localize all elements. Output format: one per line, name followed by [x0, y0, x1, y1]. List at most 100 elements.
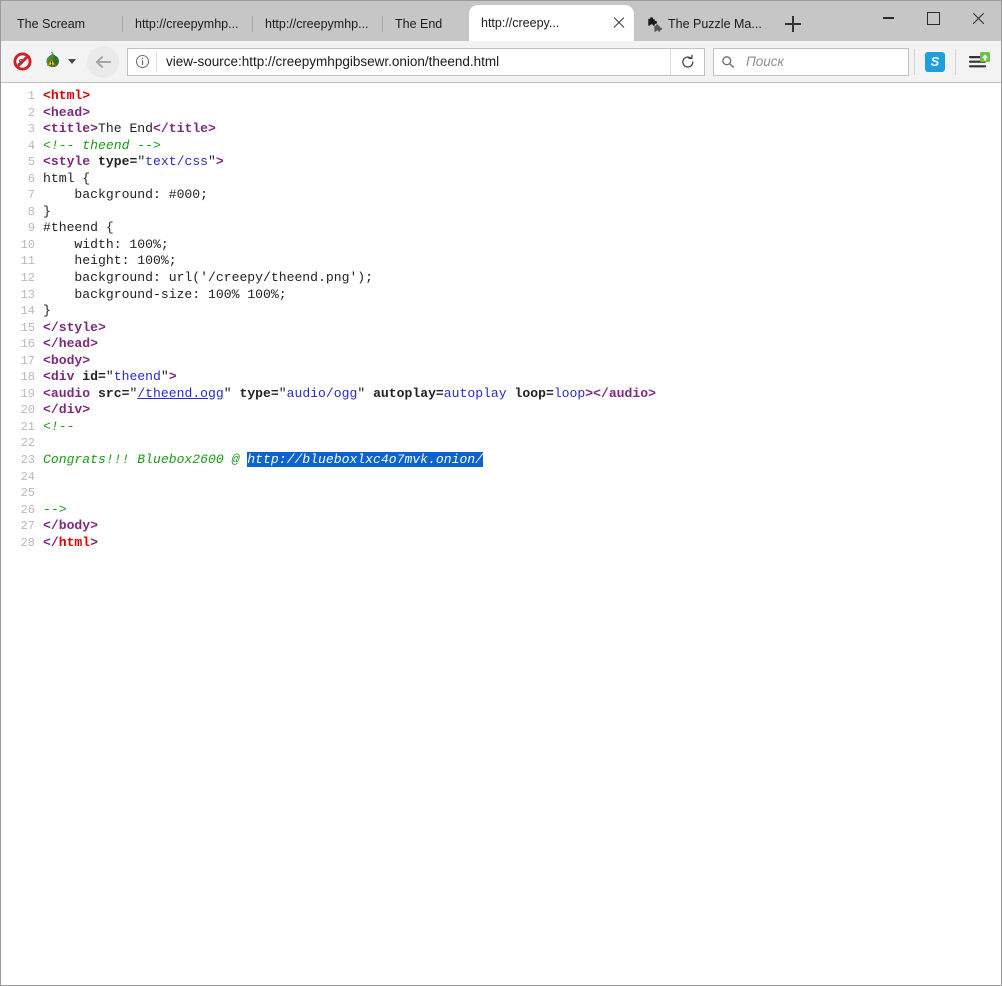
line-text: <body>	[43, 353, 90, 369]
code-token: autoplay	[444, 386, 507, 401]
maximize-button[interactable]	[911, 1, 956, 35]
selected-url-text[interactable]: http://blueboxlxc4o7mvk.onion/	[247, 452, 483, 467]
code-line: 21<!--	[1, 419, 1001, 436]
code-token: autoplay=	[373, 386, 444, 401]
source-code-listing[interactable]: 1<html>2<head>3<title>The End</title>4<!…	[1, 88, 1001, 551]
reload-button[interactable]	[670, 49, 704, 75]
tab-label: The End	[395, 17, 457, 31]
code-token: >	[90, 535, 98, 550]
source-link[interactable]: /theend.ogg	[137, 386, 223, 401]
code-line: 26-->	[1, 502, 1001, 519]
back-arrow-icon	[94, 53, 112, 71]
line-text: <head>	[43, 105, 90, 121]
close-icon[interactable]	[610, 14, 628, 32]
code-token: id=	[82, 369, 106, 384]
code-line: 13 background-size: 100% 100%;	[1, 287, 1001, 304]
code-line: 22	[1, 435, 1001, 452]
code-token: background-size: 100% 100%;	[43, 287, 287, 302]
tab-the-end[interactable]: The End	[383, 7, 469, 41]
code-line: 3<title>The End</title>	[1, 121, 1001, 138]
toolbar-divider-2	[955, 49, 956, 75]
tab-the-scream[interactable]: The Scream	[5, 7, 123, 41]
hamburger-menu-icon[interactable]	[963, 47, 995, 77]
code-line: 18<div id="theend">	[1, 369, 1001, 386]
code-token: <title>	[43, 121, 98, 136]
new-tab-button[interactable]	[776, 7, 810, 41]
skype-icon[interactable]: S	[920, 47, 950, 77]
code-token: <head>	[43, 105, 90, 120]
code-token: "	[224, 386, 240, 401]
tab-label: http://creepymhp...	[265, 17, 371, 31]
code-token: html {	[43, 171, 90, 186]
tab-creepymhp-1[interactable]: http://creepymhp...	[123, 7, 253, 41]
code-token: text/css	[145, 154, 208, 169]
line-text: <div id="theend">	[43, 369, 177, 385]
code-token: "	[161, 369, 169, 384]
tab-creepy-active[interactable]: http://creepy...	[469, 5, 634, 41]
code-line: 27</body>	[1, 518, 1001, 535]
line-number: 23	[1, 453, 43, 469]
search-input[interactable]: Поиск	[742, 54, 784, 69]
tab-label: The Scream	[17, 17, 111, 31]
code-token	[507, 386, 515, 401]
line-number: 15	[1, 321, 43, 337]
code-token: type=	[98, 154, 137, 169]
code-token: </title>	[153, 121, 216, 136]
page-info-icon[interactable]	[128, 49, 156, 75]
code-line: 4<!-- theend -->	[1, 138, 1001, 155]
tab-creepymhp-2[interactable]: http://creepymhp...	[253, 7, 383, 41]
skype-icon-letter: S	[925, 52, 945, 72]
code-line: 25	[1, 485, 1001, 502]
tab-label: http://creepymhp...	[135, 17, 241, 31]
tab-the-puzzle-master[interactable]: The Puzzle Ma...	[634, 7, 774, 41]
code-token: </style>	[43, 320, 106, 335]
line-text: <style type="text/css">	[43, 154, 224, 170]
browser-window: The Scream http://creepymhp... http://cr…	[0, 0, 1002, 986]
close-window-button[interactable]	[956, 1, 1001, 35]
code-token: >	[585, 386, 593, 401]
line-number: 22	[1, 436, 43, 452]
window-controls	[866, 1, 1001, 35]
line-text: background: url('/creepy/theend.png');	[43, 270, 373, 286]
tab-label: http://creepy...	[481, 16, 604, 30]
code-token: </head>	[43, 336, 98, 351]
line-number: 8	[1, 205, 43, 221]
code-token: <!-- theend -->	[43, 138, 161, 153]
line-number: 14	[1, 304, 43, 320]
onion-warning-icon[interactable]	[37, 47, 67, 77]
code-line: 19<audio src="/theend.ogg" type="audio/o…	[1, 386, 1001, 403]
code-line: 12 background: url('/creepy/theend.png')…	[1, 270, 1001, 287]
code-token: "	[137, 154, 145, 169]
code-token: }	[43, 204, 51, 219]
search-icon	[714, 49, 742, 75]
code-line: 9#theend {	[1, 220, 1001, 237]
line-number: 11	[1, 254, 43, 270]
url-bar[interactable]: view-source:http://creepymhpgibsewr.onio…	[127, 48, 705, 76]
code-token: <!--	[43, 419, 74, 434]
minimize-button[interactable]	[866, 1, 911, 35]
url-input[interactable]: view-source:http://creepymhpgibsewr.onio…	[157, 54, 670, 69]
reload-icon	[680, 54, 696, 70]
line-text: <title>The End</title>	[43, 121, 216, 137]
search-bar[interactable]: Поиск	[713, 48, 909, 76]
line-number: 17	[1, 354, 43, 370]
line-text: <audio src="/theend.ogg" type="audio/ogg…	[43, 386, 656, 402]
code-line: 1<html>	[1, 88, 1001, 105]
line-number: 5	[1, 155, 43, 171]
line-text: </body>	[43, 518, 98, 534]
line-number: 1	[1, 89, 43, 105]
tab-label: The Puzzle Ma...	[668, 17, 762, 31]
line-number: 25	[1, 486, 43, 502]
chevron-down-icon[interactable]	[68, 59, 76, 64]
line-number: 28	[1, 536, 43, 552]
line-number: 6	[1, 172, 43, 188]
line-text: Congrats!!! Bluebox2600 @ http://bluebox…	[43, 452, 483, 468]
back-button[interactable]	[87, 46, 119, 78]
code-line: 24	[1, 469, 1001, 486]
line-text: }	[43, 303, 51, 319]
code-token: The End	[98, 121, 153, 136]
tab-strip: The Scream http://creepymhp... http://cr…	[1, 1, 1001, 41]
line-text: <!--	[43, 419, 74, 435]
noscript-blocked-icon[interactable]	[7, 47, 37, 77]
code-line: 17<body>	[1, 353, 1001, 370]
